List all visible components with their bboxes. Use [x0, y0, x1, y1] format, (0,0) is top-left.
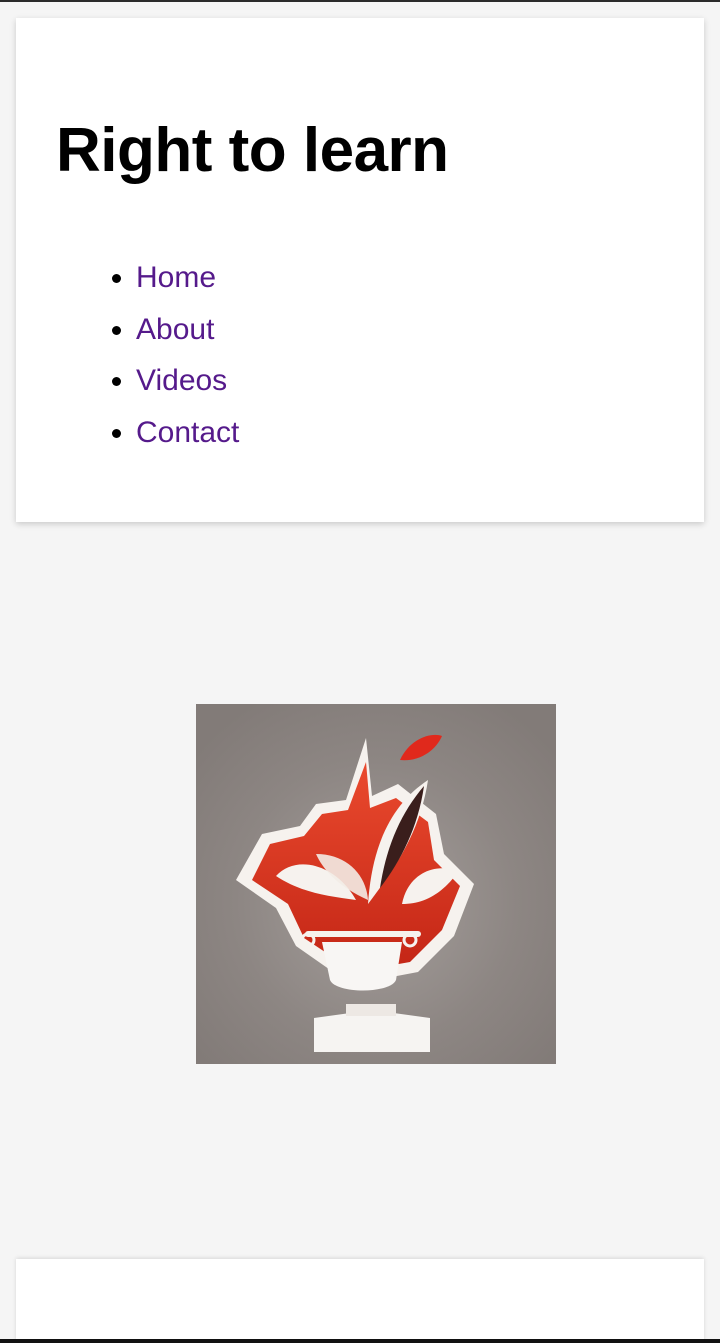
site-header: Right to learn Home About Videos Contact — [16, 18, 704, 522]
site-footer — [16, 1259, 704, 1343]
nav-item-contact: Contact — [136, 407, 239, 459]
nav-item-about: About — [136, 304, 239, 356]
plant-pot-quill-logo-icon — [196, 704, 556, 1064]
nav-list: Home About Videos Contact — [104, 252, 239, 458]
nav-item-videos: Videos — [136, 355, 239, 407]
site-title: Right to learn — [56, 116, 449, 185]
nav-item-home: Home — [136, 252, 239, 304]
nav-link-home[interactable]: Home — [136, 261, 216, 294]
nav-link-contact[interactable]: Contact — [136, 416, 239, 449]
nav-link-about[interactable]: About — [136, 313, 214, 346]
bottom-edge-bar — [0, 1339, 720, 1343]
nav-link-videos[interactable]: Videos — [136, 364, 227, 397]
top-edge-bar — [0, 0, 720, 2]
